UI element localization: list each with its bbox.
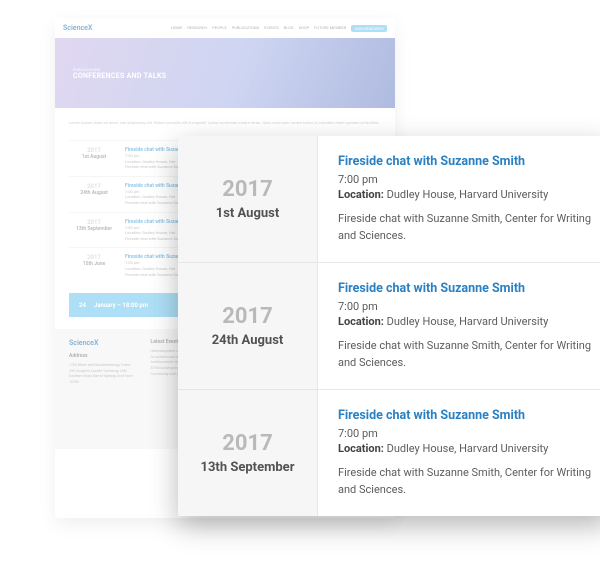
event-day: 13th September (201, 460, 295, 475)
bg-nav-item[interactable]: SHOP (299, 25, 310, 32)
events-card: 2017 1st August Fireside chat with Suzan… (178, 136, 600, 516)
event-day: 24th August (212, 333, 284, 348)
bg-header: ScienceX HOME RESEARCH PEOPLE PUBLICATIO… (55, 18, 395, 38)
bg-foot-h: Address (69, 353, 137, 359)
bg-cta-num: 24 (79, 302, 86, 309)
event-content: Fireside chat with Suzanne Smith 7:00 pm… (318, 136, 600, 262)
bg-nav-item[interactable]: BLOG (284, 25, 294, 32)
bg-hero: PUBLICATIONS CONFERENCES AND TALKS (55, 38, 395, 108)
event-loc-label: Location: (338, 315, 384, 328)
bg-year: 2017 (69, 183, 119, 190)
event-year: 2017 (222, 304, 273, 330)
bg-hero-title: CONFERENCES AND TALKS (73, 72, 395, 80)
event-location: Location: Dudley House, Harvard Universi… (338, 188, 600, 201)
bg-nav-item[interactable]: FUTURE MEMBER (314, 25, 346, 32)
event-time: 7:00 pm (338, 173, 600, 186)
event-content: Fireside chat with Suzanne Smith 7:00 pm… (318, 263, 600, 389)
bg-nav-item[interactable]: PUBLICATIONS (232, 25, 259, 32)
event-location: Location: Dudley House, Harvard Universi… (338, 442, 600, 455)
event-title-link[interactable]: Fireside chat with Suzanne Smith (338, 408, 600, 423)
event-loc-value: Dudley House, Harvard University (384, 442, 548, 455)
bg-nav-item[interactable]: PEOPLE (212, 25, 227, 32)
event-title-link[interactable]: Fireside chat with Suzanne Smith (338, 154, 600, 169)
event-loc-label: Location: (338, 188, 384, 201)
bg-intro-text: Lorem ipsum dolor sit amet, con adipisci… (69, 120, 381, 126)
bg-foot-text: 1705 Werer and Nanotechnology Tower, 495… (69, 363, 137, 385)
event-desc: Fireside chat with Suzanne Smith, Center… (338, 211, 600, 244)
event-loc-value: Dudley House, Harvard University (384, 188, 548, 201)
bg-logo: ScienceX (63, 24, 92, 32)
bg-day: 13th September (69, 226, 119, 232)
event-date-col: 2017 1st August (178, 136, 318, 262)
bg-nav-item[interactable]: RESEARCH (187, 25, 207, 32)
event-date-col: 2017 13th September (178, 390, 318, 516)
bg-cta-text: January – 18:00 pm (94, 302, 148, 309)
bg-year: 2017 (69, 147, 119, 154)
bg-day: 24th August (69, 190, 119, 196)
bg-year: 2017 (69, 254, 119, 261)
event-item: 2017 13th September Fireside chat with S… (178, 390, 600, 516)
bg-hero-sub: PUBLICATIONS (73, 67, 395, 72)
event-desc: Fireside chat with Suzanne Smith, Center… (338, 465, 600, 498)
event-loc-value: Dudley House, Harvard University (384, 315, 548, 328)
bg-nav-item[interactable]: EVENTS (264, 25, 279, 32)
bg-day: 1st August (69, 154, 119, 160)
event-item: 2017 24th August Fireside chat with Suza… (178, 263, 600, 390)
event-location: Location: Dudley House, Harvard Universi… (338, 315, 600, 328)
event-date-col: 2017 24th August (178, 263, 318, 389)
bg-nav-cta[interactable]: JOIN RESEARCH (351, 25, 387, 32)
event-loc-label: Location: (338, 442, 384, 455)
event-year: 2017 (222, 177, 273, 203)
bg-nav-item[interactable]: HOME (171, 25, 182, 32)
event-day: 1st August (216, 206, 280, 221)
bg-day: 15th June (69, 261, 119, 267)
event-item: 2017 1st August Fireside chat with Suzan… (178, 136, 600, 263)
bg-year: 2017 (69, 219, 119, 226)
event-year: 2017 (222, 431, 273, 457)
event-desc: Fireside chat with Suzanne Smith, Center… (338, 338, 600, 371)
bg-footer-logo: ScienceX (69, 339, 137, 347)
bg-nav: HOME RESEARCH PEOPLE PUBLICATIONS EVENTS… (171, 25, 387, 32)
event-time: 7:00 pm (338, 300, 600, 313)
event-time: 7:00 pm (338, 427, 600, 440)
event-content: Fireside chat with Suzanne Smith 7:00 pm… (318, 390, 600, 516)
event-title-link[interactable]: Fireside chat with Suzanne Smith (338, 281, 600, 296)
